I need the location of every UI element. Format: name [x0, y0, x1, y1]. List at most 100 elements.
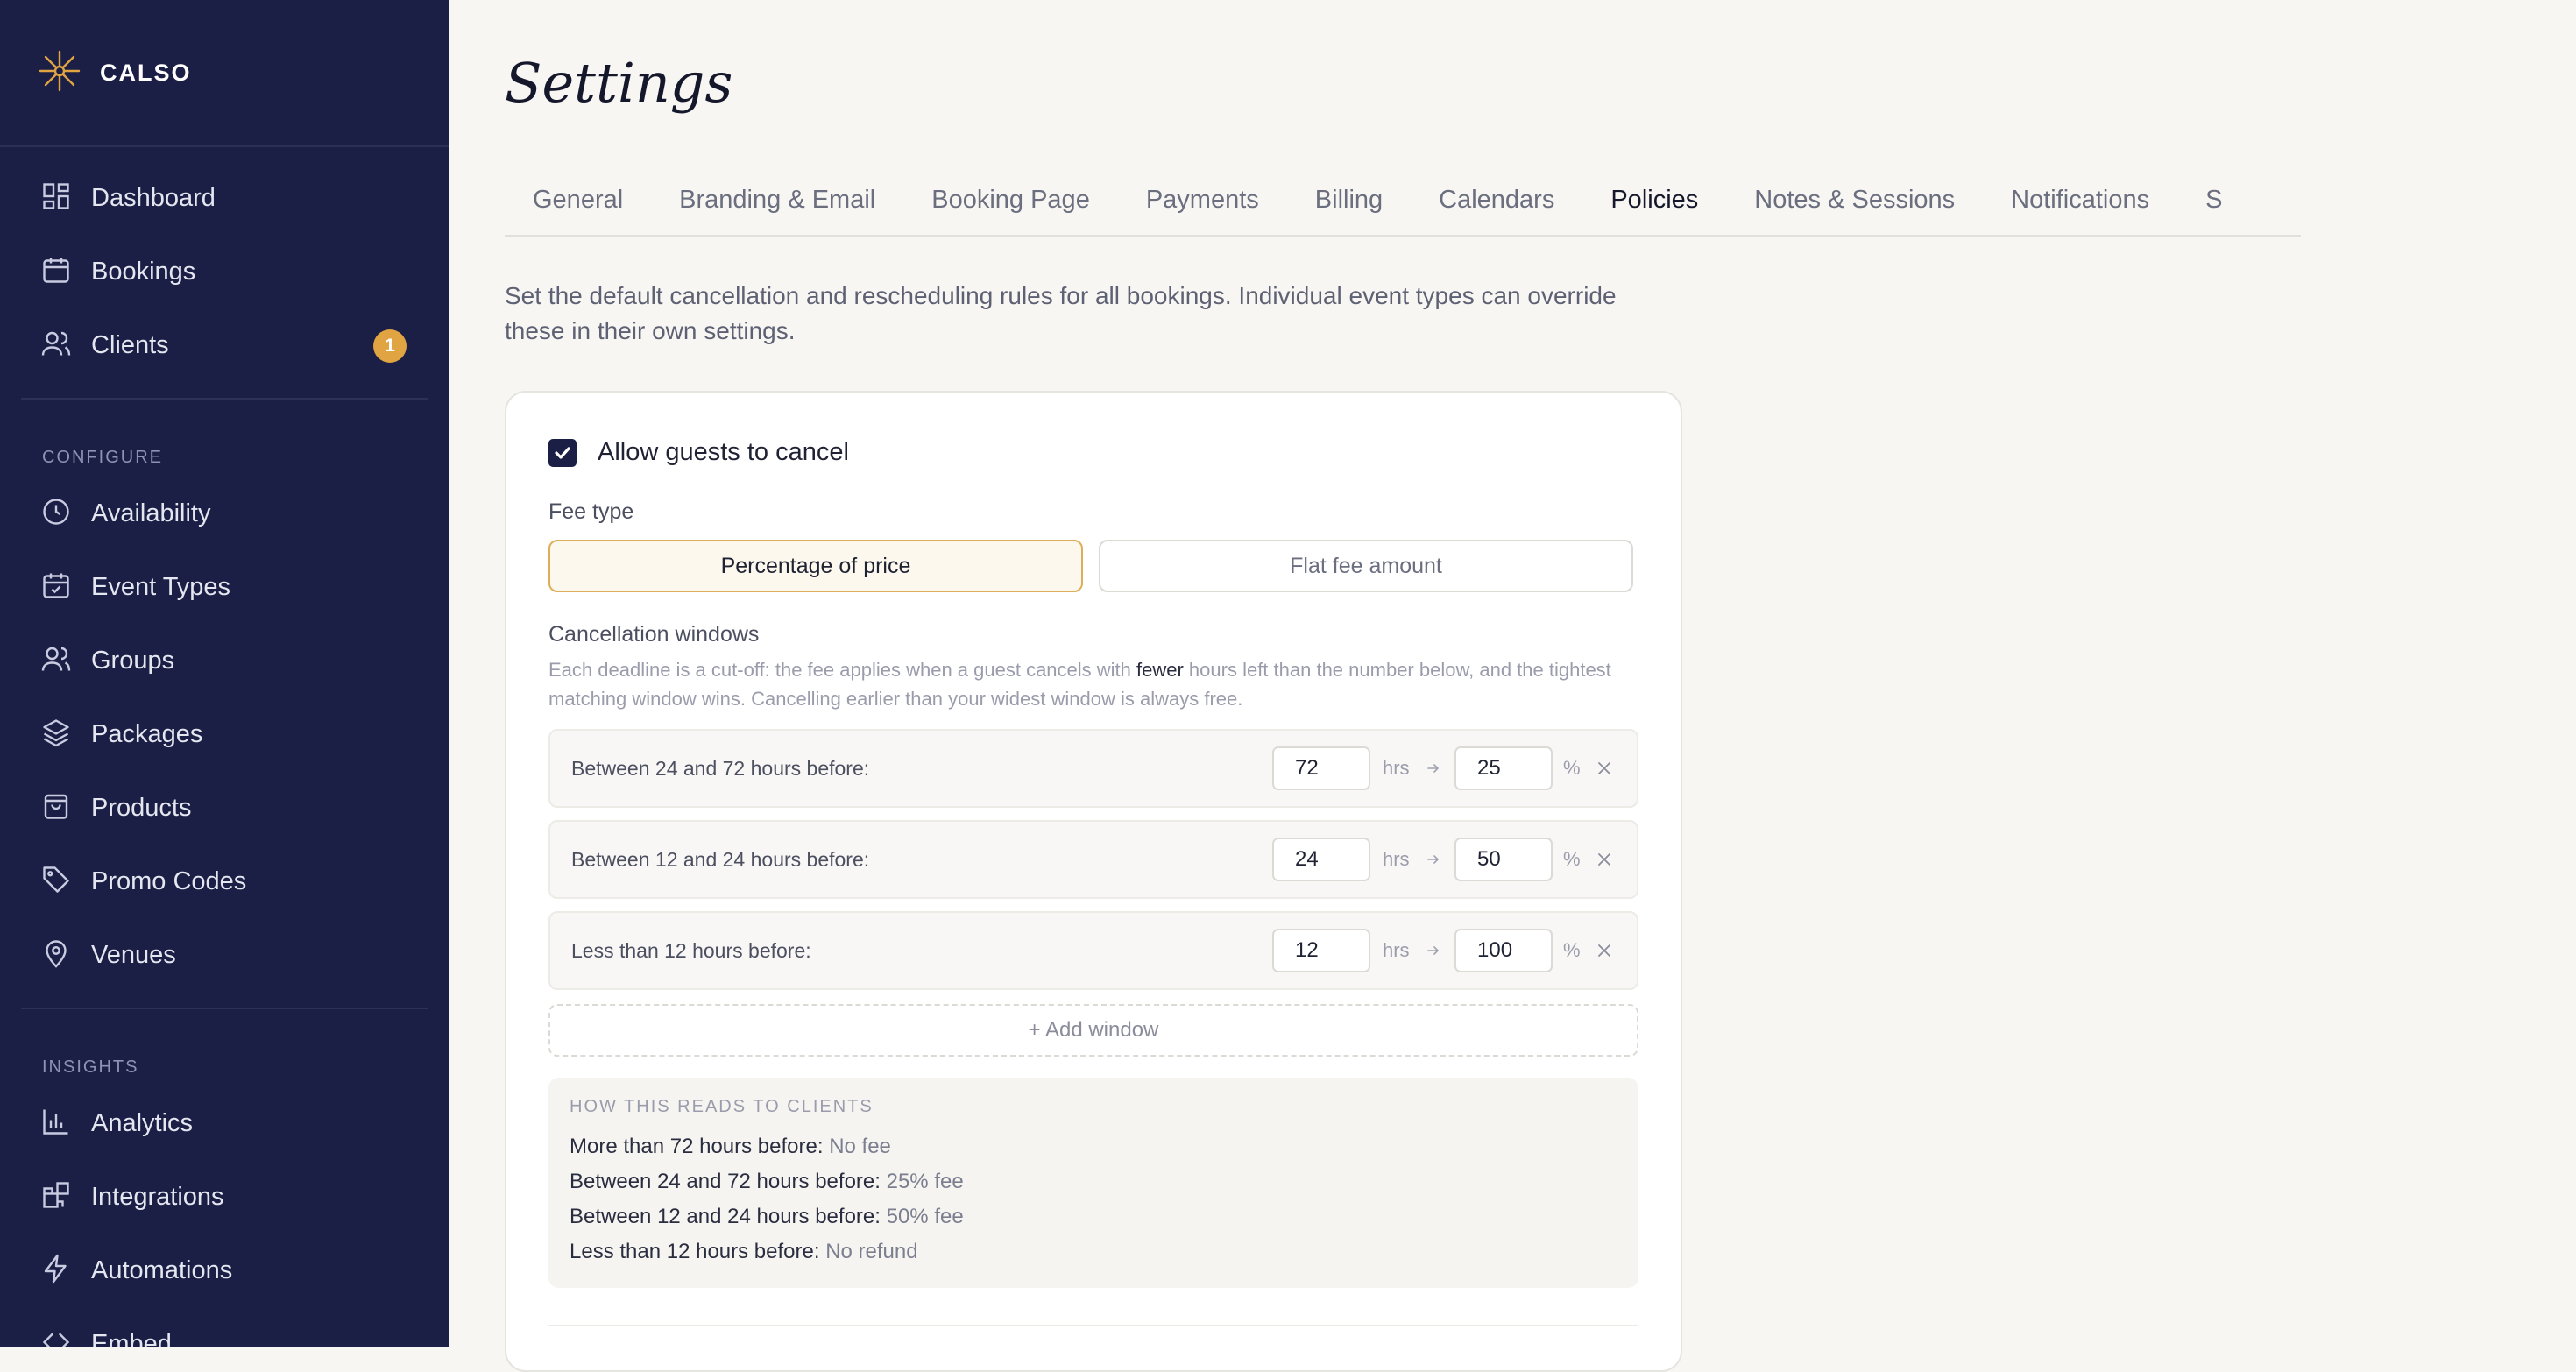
sidebar-item-venues[interactable]: Venues: [21, 918, 428, 992]
tag-icon: [40, 864, 72, 900]
remove-window-icon[interactable]: [1596, 822, 1612, 897]
main-nav: Dashboard Bookings Clients 1: [0, 147, 449, 382]
brand-name: CALSO: [100, 59, 192, 86]
page-title: Settings: [505, 51, 733, 115]
users-icon: [40, 643, 72, 679]
sidebar-item-label: Availability: [91, 499, 211, 527]
sidebar-item-embed[interactable]: Embed: [21, 1307, 428, 1347]
tab-notifications[interactable]: Notifications: [1983, 163, 2177, 235]
window-label: Less than 12 hours before:: [571, 938, 811, 962]
sidebar-item-integrations[interactable]: Integrations: [21, 1160, 428, 1234]
percent-unit: %: [1563, 939, 1581, 961]
window-fee-input[interactable]: 25: [1454, 746, 1553, 790]
sidebar-item-label: Event Types: [91, 572, 231, 601]
brand[interactable]: CALSO: [0, 0, 449, 147]
layers-icon: [40, 717, 72, 753]
help-text-part: Each deadline is a cut-off: the fee appl…: [548, 659, 1137, 681]
allow-cancel-row[interactable]: Allow guests to cancel: [548, 438, 849, 467]
sidebar-item-dashboard[interactable]: Dashboard: [21, 161, 428, 235]
preview-line: Between 24 and 72 hours before: 25% fee: [570, 1164, 1617, 1199]
sidebar-item-groups[interactable]: Groups: [21, 624, 428, 697]
tab-payments[interactable]: Payments: [1118, 163, 1287, 235]
preview-line-value: No fee: [829, 1135, 891, 1158]
allow-cancel-checkbox[interactable]: [548, 438, 577, 467]
checkmark-icon: [555, 446, 570, 459]
sidebar-item-availability[interactable]: Availability: [21, 477, 428, 550]
preview-line-value: 50% fee: [886, 1205, 964, 1228]
puzzle-icon: [40, 1179, 72, 1215]
clock-icon: [40, 496, 72, 532]
grid-icon: [40, 180, 72, 216]
shopping-bag-icon: [40, 790, 72, 826]
remove-window-icon[interactable]: [1596, 913, 1612, 988]
percent-unit: %: [1563, 757, 1581, 779]
clients-count-badge: 1: [373, 329, 407, 363]
tab-booking-page[interactable]: Booking Page: [903, 163, 1118, 235]
sidebar-item-label: Automations: [91, 1255, 233, 1284]
fee-flat-option[interactable]: Flat fee amount: [1099, 540, 1633, 592]
arrow-right-icon: [1425, 731, 1442, 806]
sidebar-item-packages[interactable]: Packages: [21, 697, 428, 771]
cancellation-window-row: Between 12 and 24 hours before: 24 hrs 5…: [548, 820, 1638, 899]
sidebar-item-clients[interactable]: Clients 1: [21, 308, 428, 382]
configure-nav: Availability Event Types Groups Packages…: [0, 477, 449, 992]
hours-unit: hrs: [1383, 757, 1410, 779]
hours-unit: hrs: [1383, 848, 1410, 870]
sidebar-item-analytics[interactable]: Analytics: [21, 1086, 428, 1160]
sidebar-item-products[interactable]: Products: [21, 771, 428, 845]
tab-policies[interactable]: Policies: [1582, 163, 1726, 235]
percent-unit: %: [1563, 848, 1581, 870]
sidebar-item-label: Promo Codes: [91, 866, 247, 895]
help-text-emphasis: fewer: [1136, 659, 1184, 681]
tab-billing[interactable]: Billing: [1287, 163, 1411, 235]
cancellation-windows-label: Cancellation windows: [548, 622, 760, 647]
sidebar-item-label: Analytics: [91, 1108, 194, 1137]
preview-line-label: Between 12 and 24 hours before:: [570, 1205, 881, 1228]
calendar-check-icon: [40, 569, 72, 605]
sidebar-item-automations[interactable]: Automations: [21, 1234, 428, 1307]
remove-window-icon[interactable]: [1596, 731, 1612, 806]
code-icon: [40, 1326, 72, 1347]
preview-title: HOW THIS READS TO CLIENTS: [570, 1097, 874, 1116]
users-icon: [40, 328, 72, 364]
tab-calendars[interactable]: Calendars: [1411, 163, 1582, 235]
tab-general[interactable]: General: [505, 163, 651, 235]
preview-line-value: No refund: [825, 1240, 918, 1263]
tab-branding-email[interactable]: Branding & Email: [651, 163, 903, 235]
main-content: Settings General Branding & Email Bookin…: [449, 0, 2576, 1372]
cancellation-policy-card: Allow guests to cancel Fee type Percenta…: [505, 391, 1682, 1372]
preview-line: Between 12 and 24 hours before: 50% fee: [570, 1199, 1617, 1234]
sidebar-item-event-types[interactable]: Event Types: [21, 550, 428, 624]
policies-intro: Set the default cancellation and resched…: [505, 282, 1617, 344]
client-preview-box: HOW THIS READS TO CLIENTS More than 72 h…: [548, 1078, 1638, 1288]
sidebar-item-label: Products: [91, 793, 192, 822]
arrow-right-icon: [1425, 822, 1442, 897]
sidebar-divider: [21, 398, 428, 400]
sidebar-item-label: Integrations: [91, 1182, 224, 1211]
add-window-button[interactable]: + Add window: [548, 1004, 1638, 1057]
tab-notes-sessions[interactable]: Notes & Sessions: [1726, 163, 1983, 235]
fee-percentage-option[interactable]: Percentage of price: [548, 540, 1083, 592]
tab-truncated[interactable]: S: [2177, 163, 2250, 235]
settings-tabs: General Branding & Email Booking Page Pa…: [505, 163, 2301, 237]
window-fee-input[interactable]: 50: [1454, 838, 1553, 881]
insights-nav: Analytics Integrations Automations Embed: [0, 1086, 449, 1347]
cancellation-window-row: Less than 12 hours before: 12 hrs 100 %: [548, 911, 1638, 990]
sidebar-item-label: Clients: [91, 330, 169, 359]
window-label: Between 24 and 72 hours before:: [571, 756, 870, 780]
allow-cancel-label: Allow guests to cancel: [598, 438, 849, 466]
window-hours-input[interactable]: 12: [1272, 929, 1370, 972]
sidebar-item-label: Bookings: [91, 257, 196, 286]
calendar-icon: [40, 254, 72, 290]
logo-icon: [39, 50, 81, 96]
sidebar-item-label: Groups: [91, 646, 175, 675]
bar-chart-icon: [40, 1106, 72, 1142]
cancellation-windows-help: Each deadline is a cut-off: the fee appl…: [548, 655, 1644, 713]
preview-line-label: Less than 12 hours before:: [570, 1240, 820, 1263]
sidebar-item-bookings[interactable]: Bookings: [21, 235, 428, 308]
sidebar-item-promo-codes[interactable]: Promo Codes: [21, 845, 428, 918]
window-hours-input[interactable]: 24: [1272, 838, 1370, 881]
window-fee-input[interactable]: 100: [1454, 929, 1553, 972]
window-hours-input[interactable]: 72: [1272, 746, 1370, 790]
sidebar-item-label: Embed: [91, 1329, 172, 1348]
